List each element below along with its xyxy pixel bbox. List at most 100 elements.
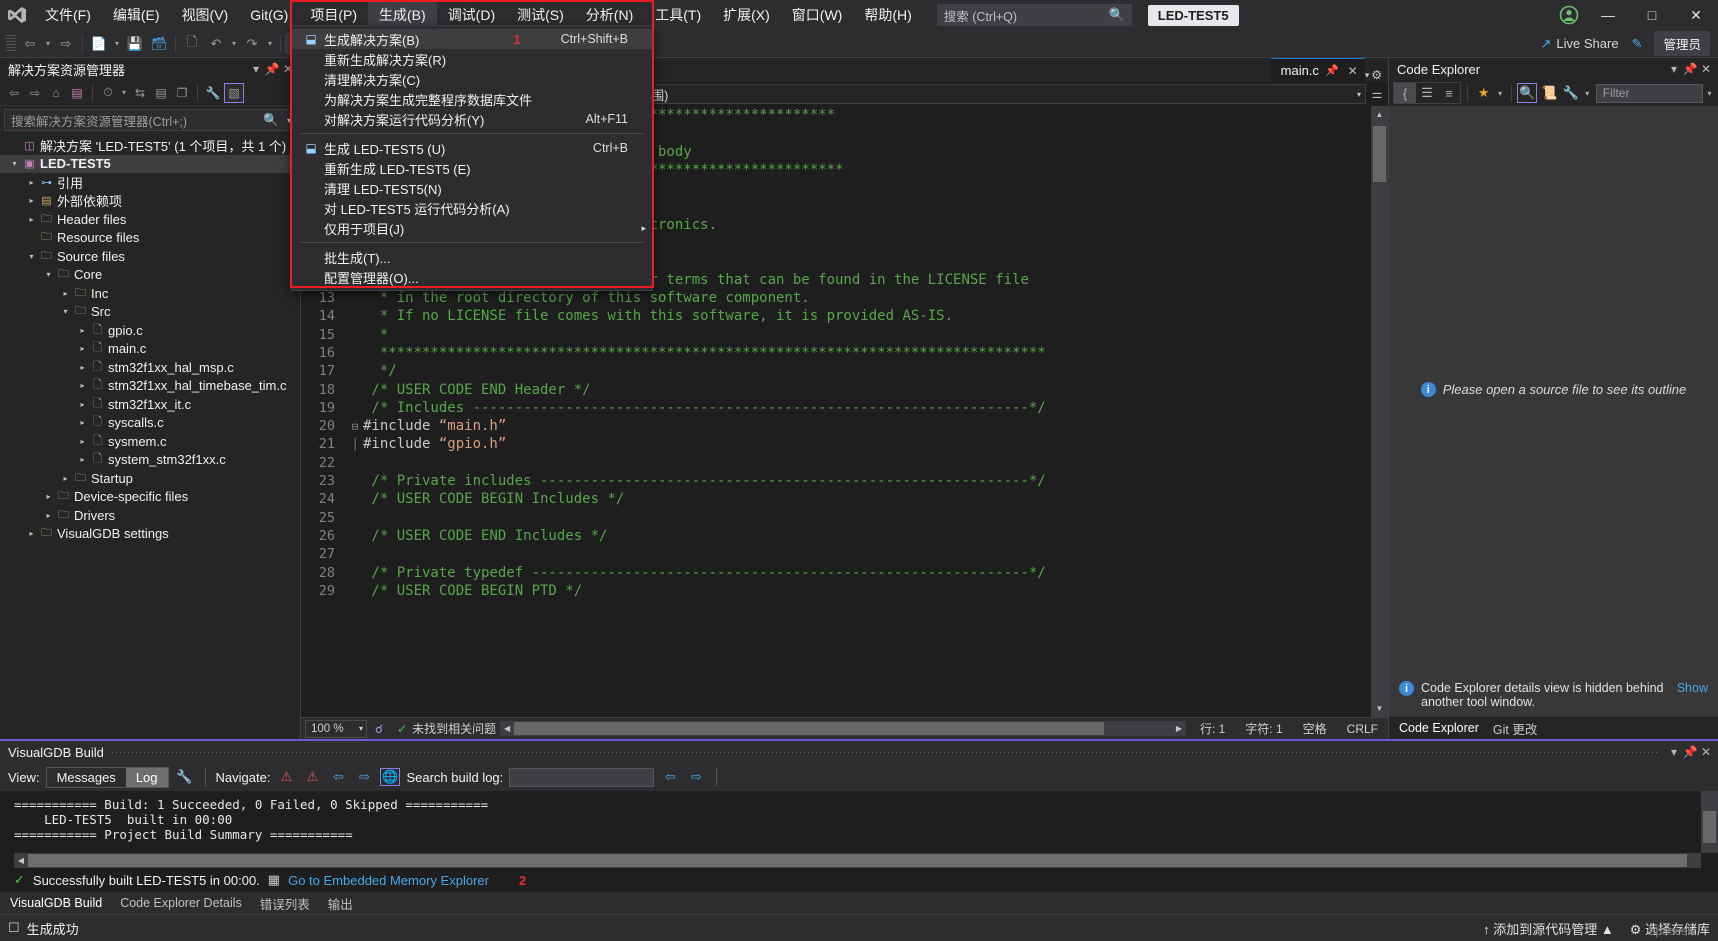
chevron-down-icon[interactable]: ▾ [8, 159, 21, 168]
tree-item-7[interactable]: ▾ 🗀 Core [0, 266, 300, 285]
zoom-select[interactable]: 100 % [305, 719, 367, 738]
chevron-right-icon[interactable]: ▸ [25, 529, 38, 538]
redo-dropdown-icon[interactable]: ▾ [264, 33, 276, 55]
tree-item-9[interactable]: ▾ 🗀 Src [0, 303, 300, 322]
chevron-right-icon[interactable]: ▸ [76, 455, 89, 464]
gear-icon[interactable]: ⚙ [1371, 68, 1382, 82]
code-line[interactable]: 21 │ #include “gpio.h” [301, 435, 1371, 453]
code-line[interactable]: 16 *************************************… [301, 344, 1371, 362]
chevron-right-icon[interactable]: ▸ [42, 511, 55, 520]
chevron-down-icon[interactable]: ▾ [42, 270, 55, 279]
chevron-right-icon[interactable]: ▸ [42, 492, 55, 501]
tree-item-2[interactable]: ▸ ⊶ 引用 [0, 173, 300, 192]
chevron-right-icon[interactable]: ▸ [76, 381, 89, 390]
code-line[interactable]: 29 /* USER CODE BEGIN PTD */ [301, 582, 1371, 600]
menu-item-11[interactable]: 窗口(W) [781, 0, 854, 30]
scroll-left-icon[interactable]: ◀ [500, 721, 514, 736]
code-line[interactable]: 27 [301, 545, 1371, 563]
preview-selected-icon[interactable]: ▧ [224, 82, 244, 103]
back-dropdown-icon[interactable]: ▾ [42, 33, 54, 55]
view-option-log[interactable]: Log [125, 767, 168, 787]
chevron-right-icon[interactable]: ▸ [76, 326, 89, 335]
view-option-messages[interactable]: Messages [47, 768, 126, 787]
close-icon[interactable]: ✕ [1698, 62, 1714, 76]
chevron-right-icon[interactable]: ▸ [76, 344, 89, 353]
admin-badge[interactable]: 管理员 [1654, 31, 1710, 56]
nav-forward-icon[interactable]: ⇨ [354, 769, 374, 785]
chevron-right-icon[interactable]: ▸ [76, 437, 89, 446]
chevron-down-icon[interactable]: ▾ [1365, 70, 1370, 81]
code-line[interactable]: 23 /* Private includes -----------------… [301, 472, 1371, 490]
solution-tree[interactable]: ◫ 解决方案 'LED-TEST5' (1 个项目，共 1 个) ▾ ▣ LED-TES… [0, 134, 300, 739]
intellisense-icon[interactable]: ☌ [369, 722, 389, 736]
build-panel-tab-0[interactable]: VisualGDB Build [10, 896, 102, 910]
chevron-right-icon[interactable]: ▸ [76, 400, 89, 409]
copy-icon[interactable]: 🗋 [180, 33, 204, 55]
save-icon[interactable]: 💾 [123, 33, 147, 55]
search-next-icon[interactable]: ⇨ [686, 769, 706, 785]
previous-error-icon[interactable]: ⚠ [276, 769, 296, 785]
global-search-input[interactable]: 搜索 (Ctrl+Q) 🔍 [936, 4, 1132, 26]
chevron-right-icon[interactable]: ▸ [25, 178, 38, 187]
save-all-icon[interactable]: 🗃 [147, 33, 171, 55]
chevron-right-icon[interactable]: ▸ [59, 474, 72, 483]
build-menu-item-13[interactable]: 配置管理器(O)... [292, 267, 652, 287]
code-explorer-tab-1[interactable]: Git 更改 [1493, 719, 1537, 738]
minimize-button[interactable]: — [1586, 0, 1630, 30]
menu-item-1[interactable]: 编辑(E) [102, 0, 171, 30]
add-to-source-control[interactable]: ↑ 添加到源代码管理 ▲ [1483, 919, 1614, 938]
solution-icon[interactable]: ▤ [67, 83, 87, 103]
nav-back-icon[interactable]: ⇦ [328, 769, 348, 785]
tree-item-17[interactable]: ▸ 🗋 system_stm32f1xx.c [0, 451, 300, 470]
tree-item-13[interactable]: ▸ 🗋 stm32f1xx_hal_timebase_tim.c [0, 377, 300, 396]
tree-item-14[interactable]: ▸ 🗋 stm32f1xx_it.c [0, 395, 300, 414]
menu-item-0[interactable]: 文件(F) [34, 0, 102, 30]
search-build-log-input[interactable] [509, 767, 655, 787]
close-button[interactable]: ✕ [1674, 0, 1718, 30]
toolbar-grip[interactable] [6, 34, 16, 53]
tree-view-icon[interactable]: ≡ [1438, 83, 1460, 103]
navigate-forward-icon[interactable]: ⇨ [54, 33, 78, 55]
split-view-icon[interactable]: ⚌ [1368, 87, 1386, 101]
menu-item-2[interactable]: 视图(V) [171, 0, 240, 30]
collapse-all-icon[interactable]: ▤ [151, 83, 171, 103]
pin-icon[interactable]: 📌 [1682, 745, 1698, 759]
tree-item-5[interactable]: 🗀 Resource files [0, 229, 300, 248]
code-line[interactable]: 25 [301, 509, 1371, 527]
solution-explorer-search-input[interactable]: 搜索解决方案资源管理器(Ctrl+;) 🔍 ▾ [4, 109, 296, 131]
close-icon[interactable]: ✕ [1698, 745, 1714, 759]
tree-item-10[interactable]: ▸ 🗋 gpio.c [0, 321, 300, 340]
build-log-text[interactable]: =========== Build: 1 Succeeded, 0 Failed… [0, 791, 1718, 853]
build-log-hthumb[interactable] [28, 854, 1687, 867]
chevron-down-icon[interactable]: ▾ [1666, 62, 1682, 76]
build-menu-item-7[interactable]: 重新生成 LED-TEST5 (E) [292, 158, 652, 178]
pending-dropdown-icon[interactable]: ▾ [119, 83, 129, 103]
favorites-dropdown-icon[interactable]: ▾ [1496, 83, 1505, 103]
build-log-scroll-thumb[interactable] [1703, 811, 1716, 843]
wrench-dropdown-icon[interactable]: ▾ [1583, 83, 1592, 103]
chevron-right-icon[interactable]: ▸ [59, 289, 72, 298]
code-line[interactable]: 19 /* Includes -------------------------… [301, 399, 1371, 417]
show-all-files-icon[interactable]: ❐ [172, 83, 192, 103]
code-line[interactable]: 15 * [301, 326, 1371, 344]
chevron-right-icon[interactable]: ▸ [25, 215, 38, 224]
build-log-horizontal-scrollbar[interactable]: ◀ [14, 853, 1701, 868]
tree-item-1[interactable]: ▾ ▣ LED-TEST5 [0, 154, 300, 173]
show-link[interactable]: Show [1677, 681, 1708, 695]
scroll-left-icon[interactable]: ◀ [14, 853, 28, 868]
menu-item-9[interactable]: 工具(T) [644, 0, 712, 30]
code-line[interactable]: 26 /* USER CODE END Includes */ [301, 527, 1371, 545]
editor-vertical-scrollbar[interactable]: ▲ ▼ [1371, 106, 1388, 717]
search-icon[interactable]: 🔍 [1109, 7, 1125, 23]
search-icon[interactable]: 🔍 [263, 113, 279, 128]
code-line[interactable]: 24 /* USER CODE BEGIN Includes */ [301, 490, 1371, 508]
properties-icon[interactable]: 🔧 [203, 83, 223, 103]
new-project-icon[interactable]: 📄 [87, 33, 111, 55]
wrench-icon[interactable]: 🔧 [175, 769, 195, 785]
build-menu-item-10[interactable]: 仅用于项目(J) ▸ [292, 218, 652, 238]
scroll-down-icon[interactable]: ▼ [1371, 700, 1388, 717]
chevron-down-icon[interactable]: ▾ [25, 252, 38, 261]
wrench-icon[interactable]: 🔧 [1561, 83, 1581, 103]
fold-toggle-icon[interactable]: ⊟ [347, 420, 363, 433]
build-menu-dropdown[interactable]: ⬓ 生成解决方案(B) 1 Ctrl+Shift+B 重新生成解决方案(R) 清理解决方案… [291, 25, 653, 291]
